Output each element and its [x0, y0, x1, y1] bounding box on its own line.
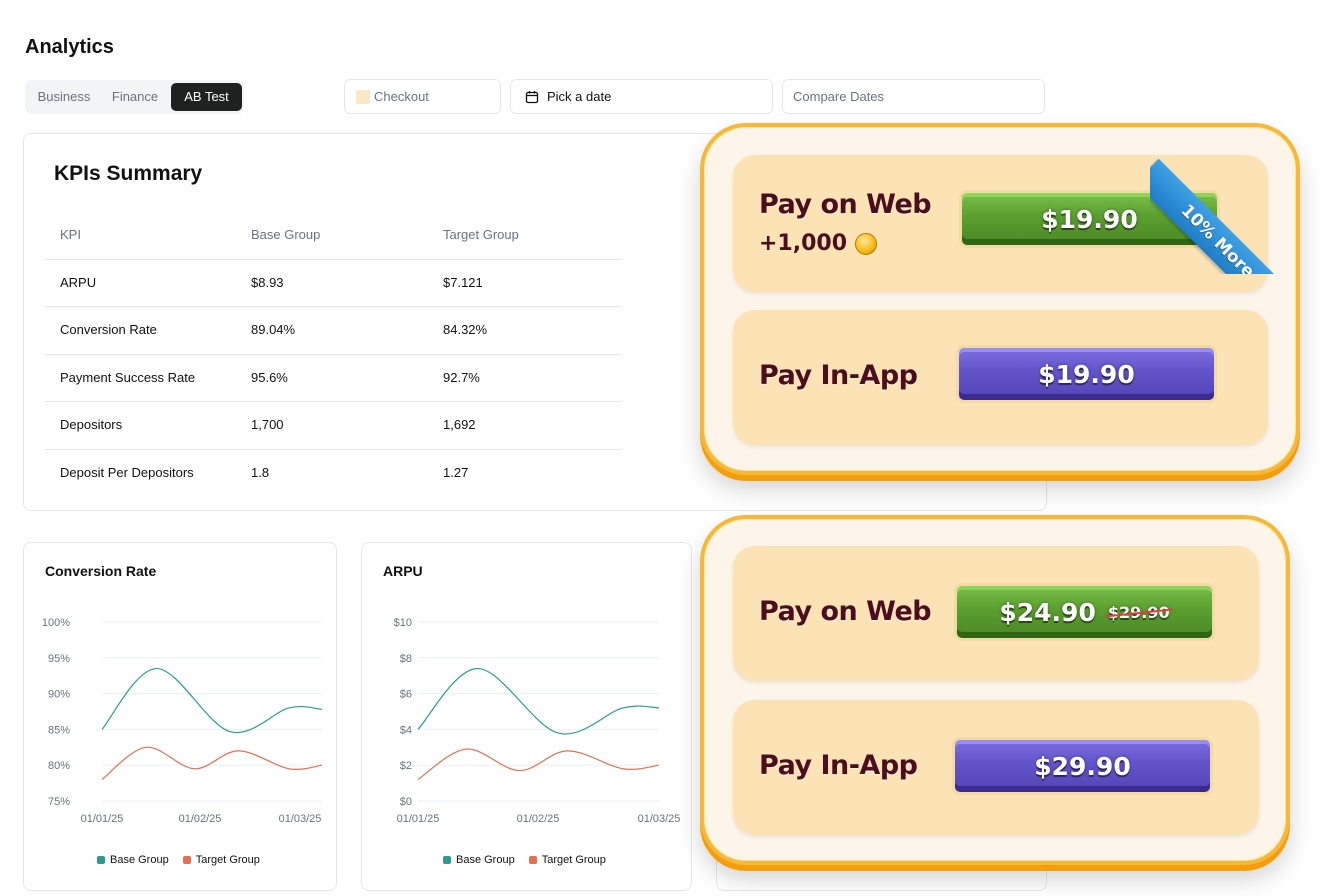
- kpi-target-value: 92.7%: [443, 369, 480, 385]
- table-row: Payment Success Rate 95.6% 92.7%: [45, 355, 622, 402]
- kpi-base-value: 1.8: [251, 464, 270, 480]
- tab-ab-test[interactable]: AB Test: [171, 83, 242, 111]
- legend-swatch-target: [528, 856, 537, 864]
- series-line-target: [101, 746, 323, 781]
- pay-web-box: Pay on Web $24.90 $29.90: [733, 546, 1259, 681]
- y-tick-label: 80%: [48, 760, 70, 772]
- y-tick-label: 85%: [48, 724, 70, 736]
- calendar-icon: [525, 90, 539, 103]
- legend-label: Base Group: [110, 854, 169, 866]
- kpi-target-value: 1,692: [443, 417, 476, 432]
- legend-item-base: Base Group: [443, 854, 515, 866]
- kpi-header-base: Base Group: [251, 227, 321, 242]
- date-picker-label: Pick a date: [547, 89, 612, 104]
- y-tick-label: 90%: [48, 689, 70, 701]
- series-line-base: [417, 667, 660, 735]
- bonus-amount: +1,000: [759, 231, 848, 256]
- price-label: $29.90: [1034, 751, 1131, 781]
- y-tick-label: $6: [400, 689, 412, 701]
- kpi-header-row: KPI Base Group Target Group: [45, 212, 622, 260]
- kpi-table: KPI Base Group Target Group ARPU $8.93 $…: [45, 212, 622, 496]
- pay-app-box: Pay In-App $19.90: [733, 310, 1268, 445]
- chart-legend: Base Group Target Group: [97, 854, 260, 866]
- checkout-placeholder: Checkout: [374, 89, 429, 104]
- compare-dates-input[interactable]: Compare Dates: [782, 79, 1045, 114]
- x-tick-label: 01/01/25: [81, 813, 124, 825]
- price-label: $19.90: [1041, 204, 1138, 234]
- date-picker[interactable]: Pick a date: [510, 79, 773, 114]
- legend-swatch-base: [97, 856, 105, 864]
- kpi-name: Deposit Per Depositors: [60, 464, 194, 480]
- x-tick-label: 01/03/25: [638, 813, 681, 825]
- chart-legend: Base Group Target Group: [443, 854, 606, 866]
- y-tick-label: $10: [394, 617, 412, 629]
- kpi-name: Depositors: [60, 417, 123, 432]
- table-row: Conversion Rate 89.04% 84.32%: [45, 307, 622, 355]
- tab-finance[interactable]: Finance: [105, 83, 165, 111]
- y-tick-label: $2: [400, 760, 412, 772]
- legend-label: Target Group: [541, 854, 606, 866]
- old-price: $29.90: [1107, 602, 1170, 622]
- pay-web-label: Pay on Web: [759, 189, 932, 220]
- tab-business[interactable]: Business: [31, 83, 97, 111]
- kpi-name: Conversion Rate: [60, 322, 157, 337]
- pay-app-price-button[interactable]: $29.90: [952, 737, 1213, 795]
- kpi-header-kpi: KPI: [60, 227, 81, 242]
- arpu-chart-card: ARPU $10 $8 $6 $4 $2 $0 01/01/25 01/02/25 01/03/…: [361, 542, 692, 891]
- x-tick-label: 01/02/25: [179, 813, 222, 825]
- pay-app-price-button[interactable]: $19.90: [956, 345, 1217, 403]
- arpu-chart: $10 $8 $6 $4 $2 $0 01/01/25 01/02/25 01/03/25: [394, 617, 681, 825]
- pay-app-label: Pay In-App: [759, 750, 918, 781]
- table-row: Depositors 1,700 1,692: [45, 402, 622, 450]
- y-tick-label: 100%: [42, 617, 70, 629]
- kpi-name: Payment Success Rate: [60, 369, 196, 385]
- legend-swatch-target: [182, 856, 191, 864]
- kpi-target-value: 1.27: [443, 464, 469, 480]
- kpi-name: ARPU: [60, 274, 97, 290]
- checkout-select[interactable]: Checkout: [344, 79, 501, 114]
- x-tick-label: 01/01/25: [397, 813, 440, 825]
- kpi-base-value: 1,700: [251, 417, 284, 432]
- price-label: $19.90: [1038, 359, 1135, 389]
- y-tick-label: $0: [400, 796, 412, 808]
- kpi-base-value: 89.04%: [251, 322, 296, 337]
- y-tick-label: $4: [400, 724, 412, 736]
- legend-item-base: Base Group: [97, 854, 169, 866]
- kpi-base-value: $8.93: [251, 274, 284, 290]
- conversion-rate-chart-card: Conversion Rate 100% 95% 90% 85% 80% 75% 01/01…: [23, 542, 337, 891]
- coin-icon: [855, 232, 878, 255]
- ribbon-label: 10% More: [1150, 158, 1280, 274]
- checkout-swatch-icon: [356, 89, 370, 104]
- series-line-base: [101, 667, 323, 734]
- pay-web-price-button[interactable]: $24.90 $29.90: [954, 583, 1215, 641]
- kpi-title: KPIs Summary: [54, 162, 203, 185]
- pay-app-box: Pay In-App $29.90: [733, 700, 1259, 835]
- y-tick-label: 95%: [48, 653, 70, 665]
- legend-label: Target Group: [195, 854, 260, 866]
- ribbon: 10% More: [1150, 146, 1280, 274]
- compare-dates-placeholder: Compare Dates: [793, 89, 885, 104]
- price-label: $24.90: [999, 597, 1096, 627]
- legend-swatch-base: [443, 856, 451, 864]
- kpi-header-target: Target Group: [443, 227, 519, 242]
- pay-web-label: Pay on Web: [759, 596, 932, 627]
- tab-bar: Business Finance AB Test: [25, 80, 244, 114]
- table-row: Deposit Per Depositors 1.8 1.27: [45, 450, 622, 497]
- x-tick-label: 01/03/25: [279, 813, 322, 825]
- kpi-base-value: 95.6%: [251, 369, 288, 385]
- table-row: ARPU $8.93 $7.121: [45, 260, 622, 307]
- legend-item-target: Target Group: [182, 854, 260, 866]
- x-tick-label: 01/02/25: [517, 813, 560, 825]
- y-tick-label: $8: [400, 653, 412, 665]
- kpi-target-value: $7.121: [443, 274, 483, 290]
- pay-app-label: Pay In-App: [759, 360, 918, 391]
- legend-label: Base Group: [456, 854, 515, 866]
- kpi-target-value: 84.32%: [443, 322, 488, 337]
- y-tick-label: 75%: [48, 796, 70, 808]
- pay-web-bonus: +1,000: [759, 231, 878, 256]
- series-line-target: [417, 748, 660, 781]
- page-title: Analytics: [25, 36, 114, 58]
- conversion-rate-chart: 100% 95% 90% 85% 80% 75% 01/01/25 01/02/25 01/03…: [42, 617, 323, 825]
- legend-item-target: Target Group: [528, 854, 606, 866]
